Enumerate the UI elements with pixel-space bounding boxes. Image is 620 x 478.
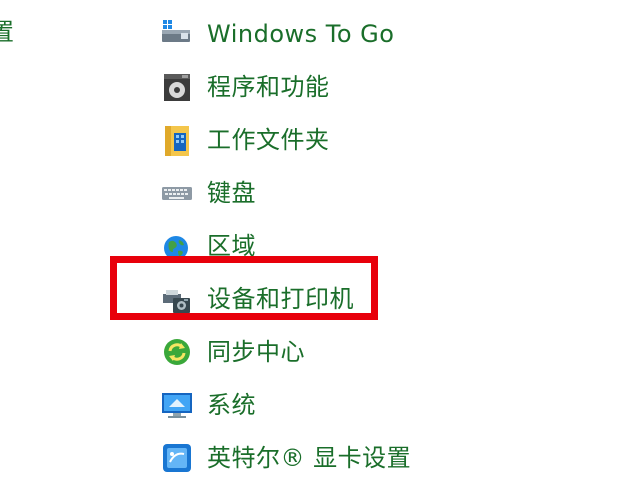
cp-item-windows-to-go[interactable]: Windows To Go [160, 14, 394, 54]
sync-center-icon [160, 335, 194, 369]
cp-item-label: Windows To Go [207, 20, 395, 48]
cp-item-work-folders[interactable]: 工作文件夹 [160, 120, 330, 160]
control-panel-list: Windows To Go 程序和功能 工作文件夹 键盘 区域 设备和打印机 同… [0, 0, 620, 473]
cp-item-devices-printers[interactable]: 设备和打印机 [160, 279, 354, 319]
work-folders-icon [160, 123, 194, 157]
cp-item-intel-graphics[interactable]: 英特尔® 显卡设置 [160, 438, 411, 478]
cp-item-programs-features[interactable]: 程序和功能 [160, 67, 330, 107]
cp-item-label: 程序和功能 [207, 73, 330, 101]
cp-item-keyboard[interactable]: 键盘 [160, 173, 256, 213]
windows-to-go-icon [160, 17, 194, 51]
intel-graphics-icon [160, 441, 194, 475]
devices-printers-icon [160, 282, 194, 316]
programs-features-icon [160, 70, 194, 104]
cp-item-label: 同步中心 [207, 338, 305, 366]
cp-item-label: 系统 [207, 391, 256, 419]
cp-item-label: 键盘 [207, 179, 256, 207]
cp-item-sync-center[interactable]: 同步中心 [160, 332, 305, 372]
cp-item-label: 英特尔® 显卡设置 [207, 444, 412, 472]
system-monitor-icon [160, 388, 194, 422]
keyboard-icon [160, 176, 194, 210]
cp-item-region[interactable]: 区域 [160, 226, 256, 266]
cp-item-label: 设备和打印机 [207, 285, 354, 313]
cp-item-label: 区域 [207, 232, 256, 260]
cp-item-label: 工作文件夹 [207, 126, 330, 154]
cp-item-system[interactable]: 系统 [160, 385, 256, 425]
region-globe-icon [160, 229, 194, 263]
